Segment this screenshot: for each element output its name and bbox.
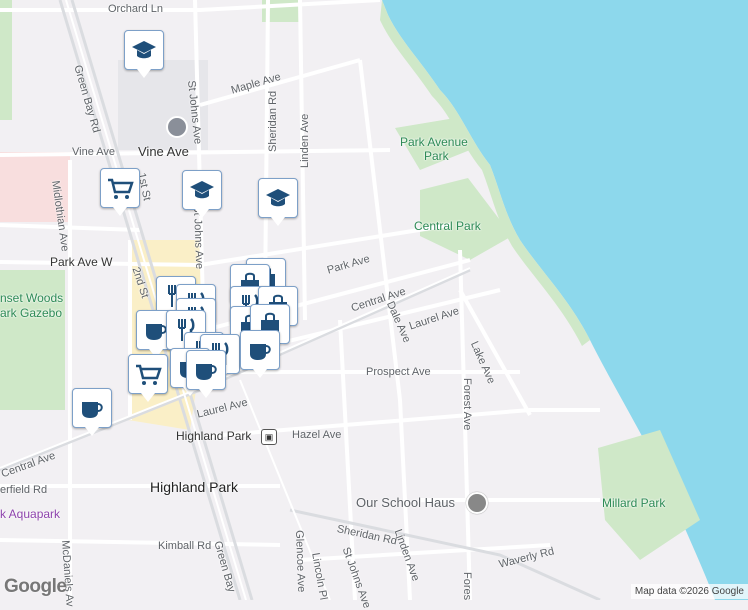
street-label-sheridan-n: Sheridan Rd xyxy=(267,90,279,152)
park-label-aquapark[interactable]: k Aquapark xyxy=(0,508,60,520)
street-label-vine-w: Vine Ave xyxy=(72,146,116,158)
coffee-cup-icon xyxy=(82,402,103,418)
google-logo: Google xyxy=(4,576,67,597)
street-label-forest: Forest Ave xyxy=(461,378,473,431)
coffee-marker[interactable] xyxy=(72,388,112,436)
shopping-cart-marker[interactable] xyxy=(100,168,140,216)
coffee-marker[interactable] xyxy=(186,350,226,398)
park-label-millard-park[interactable]: Millard Park xyxy=(602,497,665,509)
street-label-glencoe: Glencoe Ave xyxy=(293,529,308,593)
street-label-kimball: Kimball Rd xyxy=(158,540,212,552)
park-label-central-park[interactable]: Central Park xyxy=(414,220,481,232)
school-marker[interactable] xyxy=(258,178,298,226)
street-label-hazel: Hazel Ave xyxy=(292,429,342,441)
place-label-station[interactable]: Highland Park xyxy=(176,430,251,442)
coffee-cup-icon xyxy=(196,364,217,380)
school-marker[interactable] xyxy=(124,30,164,78)
map-canvas[interactable]: Orchard Ln Maple Ave St Johns Ave Sherid… xyxy=(0,0,748,610)
shopping-cart-marker[interactable] xyxy=(128,354,168,402)
park-label-park-avenue-2[interactable]: Park xyxy=(424,150,449,162)
street-label-linden-n: Linden Ave xyxy=(299,113,311,168)
street-label-forest-s: Fores xyxy=(461,572,473,601)
school-icon xyxy=(132,41,156,59)
school-icon xyxy=(190,181,214,199)
street-label-park-w: Park Ave W xyxy=(50,255,113,269)
street-label-deerfield: erfield Rd xyxy=(0,484,48,496)
train-icon[interactable]: ▣ xyxy=(261,429,277,445)
school-marker[interactable] xyxy=(182,170,222,218)
street-label-vine: Vine Ave xyxy=(138,144,189,159)
street-label-prospect: Prospect Ave xyxy=(366,366,431,378)
coffee-marker[interactable] xyxy=(240,330,280,378)
map-attribution[interactable]: Map data ©2026 Google xyxy=(630,584,748,599)
place-pin-icon[interactable] xyxy=(466,492,488,514)
park-label-sunset-woods[interactable]: nset Woods xyxy=(0,292,63,304)
shopping-cart-icon xyxy=(136,364,162,385)
street-label-orchard: Orchard Ln xyxy=(108,3,164,15)
school-icon xyxy=(266,189,290,207)
place-label-town[interactable]: Highland Park xyxy=(150,480,238,494)
coffee-cup-icon xyxy=(250,344,271,360)
place-label-school-haus[interactable]: Our School Haus xyxy=(356,496,455,509)
school-grounds-pin-icon[interactable] xyxy=(166,116,188,138)
park-label-park-avenue[interactable]: Park Avenue xyxy=(400,136,468,148)
shopping-cart-icon xyxy=(108,178,134,199)
park-label-sunset-woods-2[interactable]: ark Gazebo xyxy=(0,307,62,319)
